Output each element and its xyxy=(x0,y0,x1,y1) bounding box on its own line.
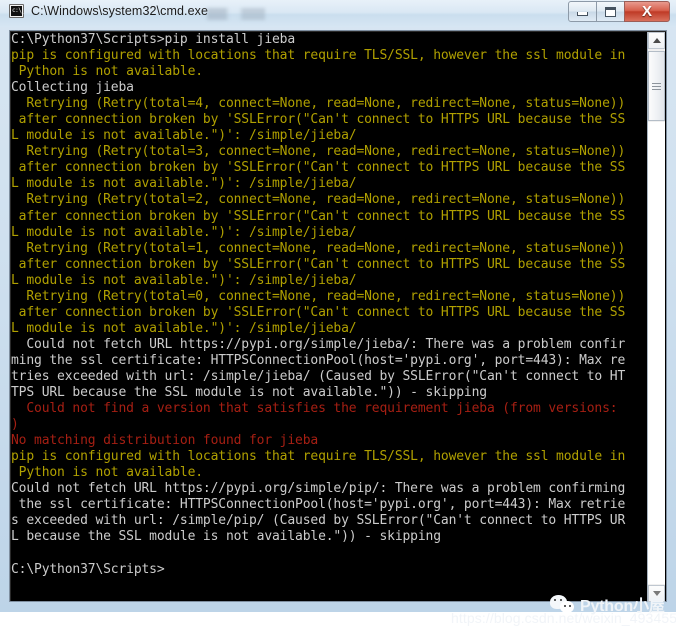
scrollbar-track[interactable] xyxy=(648,122,665,584)
console-line: Python is not available. xyxy=(11,64,203,80)
console-line: Retrying (Retry(total=0, connect=None, r… xyxy=(11,288,626,304)
console-line: L module is not available.")': /simple/j… xyxy=(11,272,357,288)
console-line: pip is configured with locations that re… xyxy=(11,449,626,465)
console-line: after connection broken by 'SSLError("Ca… xyxy=(11,304,626,320)
console-line: ming the ssl certificate: HTTPSConnectio… xyxy=(11,352,626,368)
close-button[interactable]: X xyxy=(624,1,670,22)
console-line: No matching distribution found for jieba xyxy=(11,433,319,449)
console-line: after connection broken by 'SSLError("Ca… xyxy=(11,160,626,176)
console-line: Python is not available. xyxy=(11,465,203,481)
scroll-down-button[interactable] xyxy=(648,585,665,602)
window-titlebar[interactable]: C:\Windows\system32\cmd.exe X xyxy=(0,0,676,27)
console-line: TPS URL because the SSL module is not av… xyxy=(11,385,487,401)
close-icon: X xyxy=(641,2,652,20)
maximize-icon xyxy=(605,6,616,17)
console-line: L module is not available.")': /simple/j… xyxy=(11,224,357,240)
titlebar-left-group: C:\Windows\system32\cmd.exe xyxy=(9,4,208,18)
console-line: C:\Python37\Scripts>pip install jieba xyxy=(11,32,296,47)
scroll-down-arrow-icon xyxy=(652,591,661,596)
console-line: ) xyxy=(11,417,19,433)
maximize-button[interactable] xyxy=(596,1,625,22)
window-title: C:\Windows\system32\cmd.exe xyxy=(31,4,209,18)
console-line: after connection broken by 'SSLError("Ca… xyxy=(11,256,626,272)
console-line: after connection broken by 'SSLError("Ca… xyxy=(11,208,626,224)
console-line: L module is not available.")': /simple/j… xyxy=(11,176,357,192)
console-line: Could not fetch URL https://pypi.org/sim… xyxy=(11,481,626,497)
console-line: Retrying (Retry(total=2, connect=None, r… xyxy=(11,192,626,208)
console-line: Could not find a version that satisfies … xyxy=(11,401,618,417)
console-line: L because the SSL module is not availabl… xyxy=(11,529,441,545)
console-line: tries exceeded with url: /simple/jieba/ … xyxy=(11,368,626,384)
console-line: Retrying (Retry(total=4, connect=None, r… xyxy=(11,96,626,112)
minimize-icon xyxy=(577,11,588,16)
console-line: after connection broken by 'SSLError("Ca… xyxy=(11,112,626,128)
console-line: Could not fetch URL https://pypi.org/sim… xyxy=(11,336,626,352)
console-client-area[interactable]: C:\Python37\Scripts>pip install jieba pip… xyxy=(9,30,676,626)
scroll-up-arrow-icon xyxy=(652,38,661,43)
console-line: L module is not available.")': /simple/j… xyxy=(11,320,357,336)
scrollbar-grip-icon xyxy=(652,81,661,92)
window-controls: X xyxy=(568,1,670,22)
cmd-icon xyxy=(9,4,24,18)
minimize-button[interactable] xyxy=(568,1,597,22)
scroll-up-button[interactable] xyxy=(648,32,665,49)
console-line: s exceeded with url: /simple/pip/ (Cause… xyxy=(11,513,626,529)
console-line: Collecting jieba xyxy=(11,80,134,96)
console-scrollbar[interactable] xyxy=(647,32,665,602)
console-line: C:\Python37\Scripts> xyxy=(11,561,165,577)
watermark-url: https://blog.csdn.net/weixin_493455 xyxy=(451,610,676,626)
console-line: Retrying (Retry(total=1, connect=None, r… xyxy=(11,240,626,256)
titlebar-blurred-region xyxy=(207,8,265,20)
scrollbar-thumb[interactable] xyxy=(648,51,665,121)
console-line: L module is not available.")': /simple/j… xyxy=(11,128,357,144)
console-line: Retrying (Retry(total=3, connect=None, r… xyxy=(11,144,626,160)
console-output: C:\Python37\Scripts>pip install jieba pip… xyxy=(10,32,647,602)
console-line: the ssl certificate: HTTPSConnectionPool… xyxy=(11,497,626,513)
console-line: pip is configured with locations that re… xyxy=(11,48,626,64)
cmd-window: C:\Windows\system32\cmd.exe X C:\Python3… xyxy=(0,0,676,626)
